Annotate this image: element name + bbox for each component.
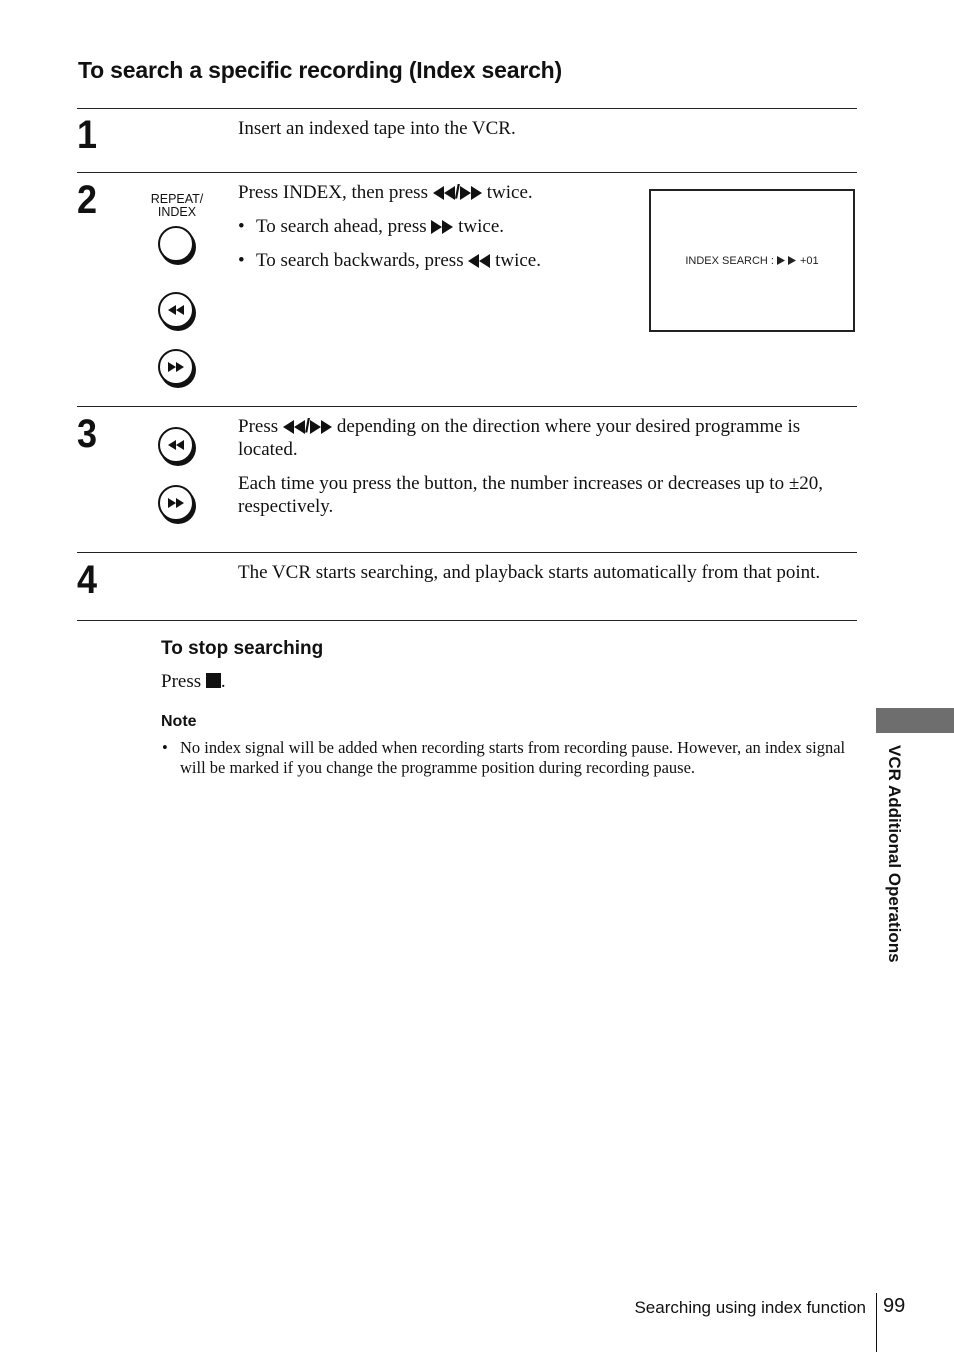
step-number-3: 3 bbox=[77, 412, 98, 456]
osd-label: INDEX SEARCH : bbox=[685, 254, 774, 267]
step-number-2: 2 bbox=[77, 178, 98, 222]
fast-forward-button-icon bbox=[158, 485, 194, 521]
text: twice. bbox=[482, 182, 533, 203]
rewind-button-icon bbox=[158, 427, 194, 463]
bullet-item: • To search backwards, press twice. bbox=[238, 249, 638, 272]
section-tab-label: VCR Additional Operations bbox=[885, 745, 904, 963]
divider bbox=[77, 172, 857, 173]
step-3-detail: Each time you press the button, the numb… bbox=[238, 473, 824, 517]
rewind-icon bbox=[168, 305, 184, 315]
rewind-icon bbox=[282, 420, 305, 434]
text: To search backwards, press bbox=[256, 250, 469, 271]
osd-value: +01 bbox=[799, 254, 819, 267]
text: . bbox=[220, 671, 226, 692]
text: To search ahead, press bbox=[256, 216, 432, 237]
bullet-dot: • bbox=[238, 250, 245, 271]
bullet-dot: • bbox=[162, 738, 168, 757]
page-number: 99 bbox=[883, 1295, 906, 1317]
fast-forward-icon bbox=[431, 220, 454, 234]
text: twice. bbox=[490, 250, 541, 271]
step-number-1: 1 bbox=[77, 113, 98, 157]
text: Press bbox=[238, 416, 283, 437]
text: Press bbox=[161, 671, 206, 692]
section-tab-marker bbox=[876, 708, 954, 733]
divider bbox=[77, 108, 857, 109]
tv-screen-illustration: INDEX SEARCH : +01 bbox=[649, 189, 855, 332]
bullet-item: • No index signal will be added when rec… bbox=[162, 738, 852, 778]
divider bbox=[77, 552, 857, 553]
step-2-text: Press INDEX, then press / twice. bbox=[238, 181, 638, 204]
step-3-text: Press / depending on the direction where… bbox=[238, 415, 856, 461]
step-1-text: Insert an indexed tape into the VCR. bbox=[238, 118, 516, 139]
step-2-bullet: • To search backwards, press twice. bbox=[238, 249, 638, 272]
stop-text: Press . bbox=[161, 670, 226, 693]
fast-forward-icon bbox=[168, 362, 184, 372]
repeat-index-button-icon bbox=[158, 226, 194, 262]
note-item: • No index signal will be added when rec… bbox=[162, 738, 852, 778]
rewind-icon bbox=[168, 440, 184, 450]
fast-forward-icon bbox=[310, 420, 333, 434]
text: Press INDEX, then press bbox=[238, 182, 433, 203]
rewind-icon bbox=[468, 254, 491, 268]
footer-divider bbox=[876, 1293, 877, 1352]
osd-readout: INDEX SEARCH : +01 bbox=[685, 255, 818, 267]
note-text: No index signal will be added when recor… bbox=[180, 738, 846, 777]
text: twice. bbox=[453, 216, 505, 237]
rewind-button-icon bbox=[158, 292, 194, 328]
stop-heading: To stop searching bbox=[161, 638, 324, 659]
divider bbox=[77, 620, 857, 621]
footer-section-title: Searching using index function bbox=[634, 1298, 866, 1317]
divider bbox=[77, 406, 857, 407]
note-heading: Note bbox=[161, 713, 197, 730]
step-number-4: 4 bbox=[77, 558, 98, 602]
bullet-item: • To search ahead, press twice. bbox=[238, 215, 638, 238]
page-heading: To search a specific recording (Index se… bbox=[78, 57, 562, 83]
step-4-text: The VCR starts searching, and playback s… bbox=[238, 562, 821, 583]
stop-icon bbox=[205, 673, 221, 688]
step-2-bullet: • To search ahead, press twice. bbox=[238, 215, 638, 238]
repeat-index-button-label: REPEAT/ INDEX bbox=[137, 193, 217, 219]
bullet-text: To search ahead, press twice. bbox=[256, 215, 504, 238]
bullet-dot: • bbox=[238, 216, 245, 237]
fast-forward-icon bbox=[168, 498, 184, 508]
fast-forward-button-icon bbox=[158, 349, 194, 385]
rewind-icon bbox=[432, 186, 455, 200]
fast-forward-icon bbox=[776, 256, 796, 265]
bullet-text: To search backwards, press twice. bbox=[256, 249, 541, 272]
fast-forward-icon bbox=[460, 186, 483, 200]
button-label-line: INDEX bbox=[157, 205, 197, 219]
